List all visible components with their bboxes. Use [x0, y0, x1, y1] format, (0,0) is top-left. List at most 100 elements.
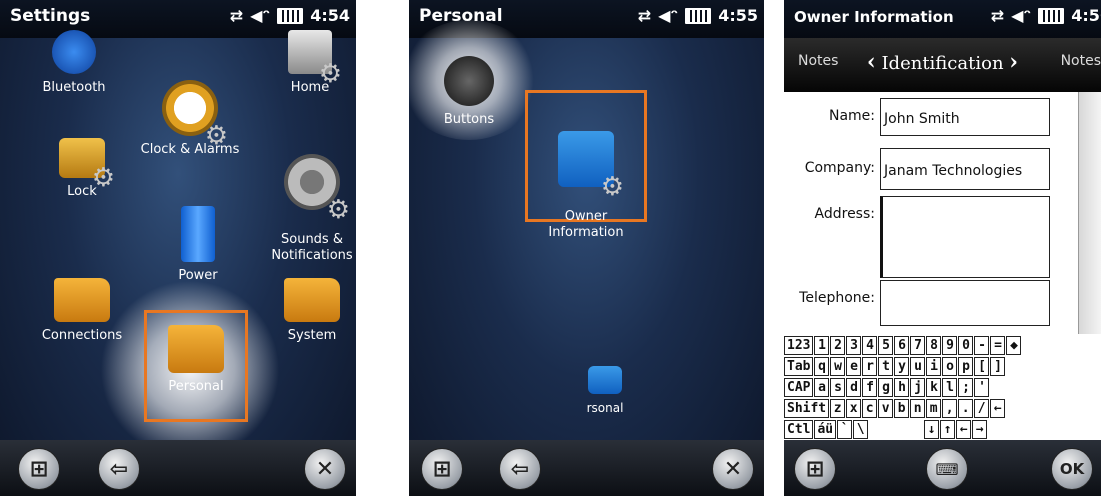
vertical-scrollbar[interactable]	[1078, 92, 1101, 334]
app-owner-information[interactable]: ⚙ Owner Information	[526, 115, 646, 241]
keyboard-row: Tab q w e r t y u i o p[]	[784, 357, 1006, 376]
owner-form: Name: John Smith Company: Janam Technolo…	[784, 92, 1101, 334]
company-field[interactable]: Janam Technologies	[880, 148, 1050, 190]
connectivity-icon: ⇄	[229, 6, 244, 25]
keyboard-key[interactable]: b	[894, 399, 910, 418]
keyboard-key[interactable]: ←	[990, 399, 1006, 418]
keyboard-key[interactable]: -	[974, 336, 990, 355]
keyboard-key[interactable]: a	[814, 378, 830, 397]
app-bluetooth[interactable]: Bluetooth	[14, 30, 134, 96]
battery-icon	[277, 7, 304, 24]
screen-title: Owner Information	[794, 8, 954, 26]
app-personal[interactable]: Personal	[136, 325, 256, 395]
keyboard-key[interactable]: Tab	[784, 357, 814, 376]
keyboard-key[interactable]: y	[894, 357, 910, 376]
keyboard-key[interactable]: ]	[990, 357, 1006, 376]
app-clock-alarms[interactable]: ⚙ Clock & Alarms	[130, 80, 250, 158]
app-home[interactable]: ⚙ Home	[250, 30, 356, 96]
keyboard-key[interactable]	[880, 420, 891, 439]
keyboard-key[interactable]	[869, 420, 880, 439]
keyboard-key[interactable]: .	[958, 399, 974, 418]
keyboard-key[interactable]: p	[958, 357, 974, 376]
keyboard-key[interactable]: '	[974, 378, 990, 397]
app-power[interactable]: Power	[138, 206, 258, 284]
keyboard-key[interactable]: 3	[846, 336, 862, 355]
chevron-right-icon[interactable]: ›	[1009, 49, 1018, 75]
keyboard-key[interactable]: [	[974, 357, 990, 376]
tab-identification[interactable]: ‹ Identification ›	[844, 49, 1041, 75]
keyboard-key[interactable]: d	[846, 378, 862, 397]
back-icon[interactable]: ⇦	[499, 448, 541, 490]
keyboard-key[interactable]: i	[926, 357, 942, 376]
keyboard-key[interactable]: 6	[894, 336, 910, 355]
keyboard-key[interactable]: q	[814, 357, 830, 376]
keyboard-key[interactable]: e	[846, 357, 862, 376]
ok-button[interactable]: OK	[1051, 448, 1093, 490]
bottom-bar: ⊞ ⇦ ✕	[409, 440, 764, 496]
keyboard-key[interactable]: z	[830, 399, 846, 418]
keyboard-key[interactable]: f	[862, 378, 878, 397]
keyboard-key[interactable]: o	[942, 357, 958, 376]
keyboard-key[interactable]: g	[878, 378, 894, 397]
keyboard-key[interactable]: h	[894, 378, 910, 397]
start-icon[interactable]: ⊞	[421, 448, 463, 490]
keyboard-key[interactable]: ←	[956, 420, 972, 439]
keyboard-key[interactable]: j	[910, 378, 926, 397]
keyboard-key[interactable]: \	[853, 420, 869, 439]
keyboard-key[interactable]: v	[878, 399, 894, 418]
keyboard-key[interactable]: ↓	[924, 420, 940, 439]
keyboard-key[interactable]: n	[910, 399, 926, 418]
keyboard-key[interactable]: 2	[830, 336, 846, 355]
address-field[interactable]	[880, 196, 1050, 278]
keyboard-key[interactable]: 7	[910, 336, 926, 355]
keyboard-key[interactable]: =	[990, 336, 1006, 355]
keyboard-key[interactable]: x	[846, 399, 862, 418]
keyboard-key[interactable]: m	[926, 399, 942, 418]
keyboard-key[interactable]	[902, 420, 913, 439]
keyboard-key[interactable]: CAP	[784, 378, 814, 397]
keyboard-key[interactable]: 1	[814, 336, 830, 355]
keyboard-key[interactable]: r	[862, 357, 878, 376]
keyboard-key[interactable]	[913, 420, 924, 439]
keyboard-key[interactable]: u	[910, 357, 926, 376]
keyboard-key[interactable]: 9	[942, 336, 958, 355]
keyboard-key[interactable]: →	[972, 420, 988, 439]
keyboard-key[interactable]: 8	[926, 336, 942, 355]
keyboard-key[interactable]: Ctl	[784, 420, 814, 439]
start-icon[interactable]: ⊞	[18, 448, 60, 490]
keyboard-key[interactable]: l	[942, 378, 958, 397]
close-icon[interactable]: ✕	[712, 448, 754, 490]
keyboard-key[interactable]: k	[926, 378, 942, 397]
app-buttons[interactable]: Buttons	[409, 56, 529, 128]
keyboard-key[interactable]: ;	[958, 378, 974, 397]
tab-notes-left[interactable]: Notes	[798, 53, 838, 69]
keyboard-key[interactable]: 0	[958, 336, 974, 355]
keyboard-key[interactable]: ◆	[1006, 336, 1022, 355]
keyboard-key[interactable]: t	[878, 357, 894, 376]
keyboard-key[interactable]: Shift	[784, 399, 830, 418]
keyboard-key[interactable]: 123	[784, 336, 814, 355]
close-icon[interactable]: ✕	[304, 448, 346, 490]
telephone-field[interactable]	[880, 280, 1050, 326]
keyboard-key[interactable]: s	[830, 378, 846, 397]
back-icon[interactable]: ⇦	[98, 448, 140, 490]
start-icon[interactable]: ⊞	[794, 448, 836, 490]
keyboard-key[interactable]: ↑	[940, 420, 956, 439]
chevron-left-icon[interactable]: ‹	[867, 49, 876, 75]
keyboard-key[interactable]: ,	[942, 399, 958, 418]
keyboard-key[interactable]: c	[862, 399, 878, 418]
keyboard-key[interactable]: /	[974, 399, 990, 418]
keyboard-icon[interactable]: ⌨	[926, 448, 968, 490]
keyboard-key[interactable]: áü	[814, 420, 837, 439]
app-sounds-notifications[interactable]: ⚙ Sounds & Notifications	[252, 138, 356, 264]
volume-icon: ◀ᵔ	[658, 6, 679, 25]
name-field[interactable]: John Smith	[880, 98, 1050, 136]
keyboard-key[interactable]: 5	[878, 336, 894, 355]
keyboard-key[interactable]: 4	[862, 336, 878, 355]
keyboard-key[interactable]	[891, 420, 902, 439]
tab-notes-right[interactable]: Notes	[1061, 53, 1101, 69]
app-lock[interactable]: ⚙ Lock	[22, 120, 142, 200]
keyboard-key[interactable]: `	[837, 420, 853, 439]
keyboard-row: CAP a s d f g h j k l; '	[784, 378, 990, 397]
keyboard-key[interactable]: w	[830, 357, 846, 376]
